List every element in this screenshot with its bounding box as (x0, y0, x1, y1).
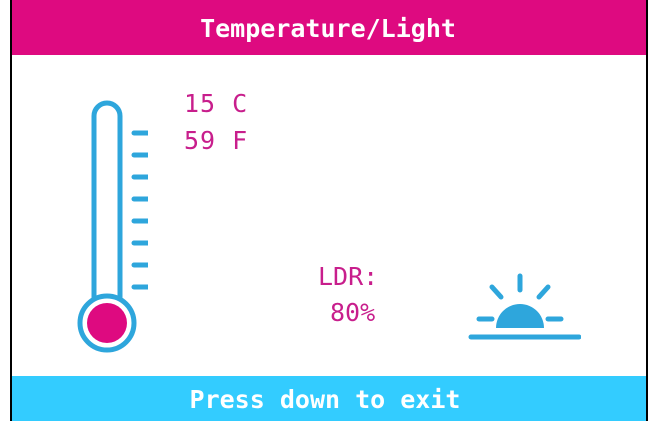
temperature-fahrenheit: 59 F (184, 126, 249, 155)
device-screen: Temperature/Light 15 C 59 F LDR: 80% Pre… (10, 0, 648, 421)
ldr-value: 80% (330, 298, 376, 327)
temperature-celsius: 15 C (184, 89, 249, 118)
page-title: Temperature/Light (200, 14, 456, 43)
ldr-label: LDR: (318, 262, 379, 291)
title-bar: Temperature/Light (12, 0, 648, 55)
thermometer-icon (68, 98, 159, 364)
exit-hint: Press down to exit (189, 385, 461, 414)
exit-hint-bar: Press down to exit (12, 376, 648, 421)
sun-icon (459, 272, 582, 352)
